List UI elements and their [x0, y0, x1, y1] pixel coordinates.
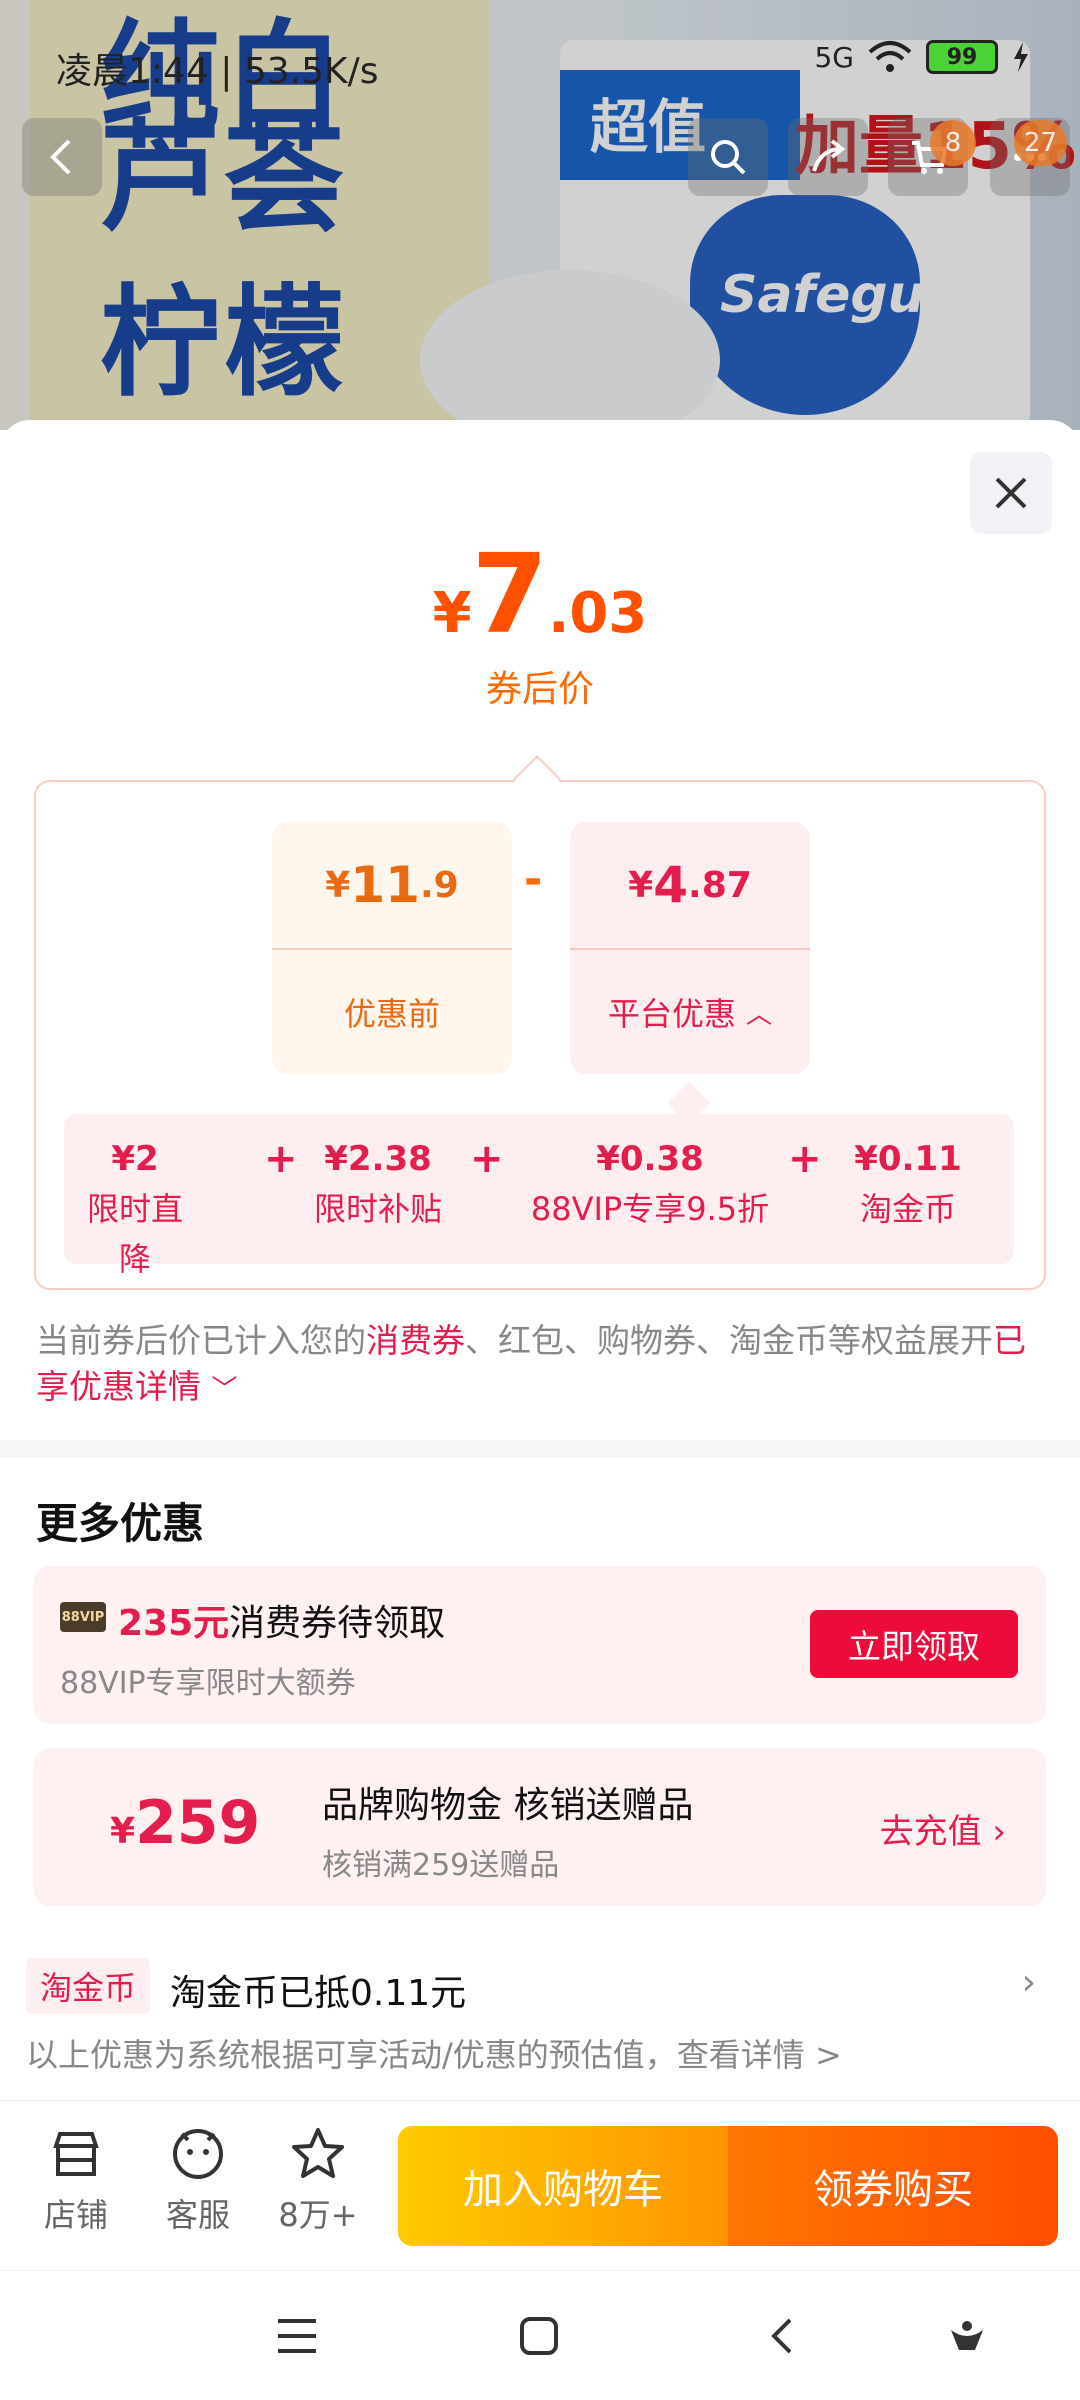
chevron-right-icon: › — [992, 1812, 1006, 1852]
back-nav-button[interactable] — [748, 2306, 818, 2366]
close-button[interactable] — [970, 452, 1052, 534]
assistant-icon — [951, 2321, 983, 2350]
plus-sign: + — [470, 1136, 504, 1182]
section-divider — [0, 1440, 1080, 1458]
menu-button[interactable] — [262, 2306, 332, 2366]
coin-deduction-row[interactable]: 淘金币 淘金币已抵0.11元 › — [26, 1958, 1056, 2018]
chevron-down-icon[interactable]: ﹀ — [212, 1375, 238, 1405]
breakdown-item: ¥2.38 限时补贴 — [313, 1139, 442, 1228]
favorite-button[interactable]: 8万+ — [268, 2126, 368, 2236]
chat-icon — [173, 2129, 223, 2179]
coupon-title: 消费券待领取 — [229, 1603, 446, 1644]
credit-amount: ¥259 — [110, 1788, 261, 1858]
customer-service-button[interactable]: 客服 — [148, 2126, 248, 2236]
share-icon — [812, 139, 846, 172]
final-price: ¥7.03 — [432, 530, 648, 658]
status-time: 凌晨1:44 | 53.5K/s — [56, 51, 379, 92]
battery-icon: 99 — [926, 40, 998, 74]
platform-discount-card[interactable]: ¥4.87 平台优惠 ︿ — [570, 822, 810, 1074]
chevron-right-icon: › — [1021, 1962, 1036, 2003]
original-price-label: 优惠前 — [343, 995, 440, 1033]
assistant-button[interactable] — [932, 2306, 1002, 2366]
claim-coupon-button[interactable]: 立即领取 — [810, 1610, 1018, 1678]
back-button[interactable] — [22, 118, 102, 196]
search-icon — [711, 140, 746, 175]
shop-button[interactable]: 店铺 — [26, 2126, 126, 2236]
minus-sign: - — [524, 854, 543, 905]
network-icon: 5G — [814, 40, 854, 74]
coin-deduction-text: 淘金币已抵0.11元 — [170, 1973, 467, 2014]
coupon-promo-card: 88VIP 235元消费券待领取 88VIP专享限时大额券 立即领取 — [34, 1566, 1046, 1724]
cart-badge: 8 — [930, 120, 976, 166]
price-note: 当前券后价已计入您的消费券、红包、购物券、淘金币等权益展开已享优惠详情 ﹀ — [36, 1321, 1026, 1406]
share-button[interactable] — [788, 118, 868, 196]
menu-icon — [278, 2319, 316, 2353]
credit-subtitle: 核销满259送赠品 — [322, 1848, 560, 1883]
vip-badge: 88VIP — [60, 1602, 106, 1632]
close-icon — [995, 477, 1027, 509]
credit-title: 品牌购物金 核销送赠品 — [322, 1785, 694, 1826]
estimate-disclaimer[interactable]: 以上优惠为系统根据可享活动/优惠的预估值，查看详情 > — [26, 2030, 842, 2076]
original-price-card: ¥11.9 优惠前 — [272, 822, 512, 1074]
breakdown-item: ¥0.11 淘金币 — [854, 1139, 962, 1228]
home-button[interactable] — [504, 2306, 574, 2366]
shopping-credit-card[interactable]: ¥259 品牌购物金 核销送赠品 核销满259送赠品 去充值 › — [34, 1748, 1046, 1906]
discount-breakdown: ¥2 限时直降 + ¥2.38 限时补贴 + ¥0.38 88VIP专享9.5折 + … — [64, 1114, 1014, 1278]
home-icon — [520, 2317, 558, 2355]
chevron-left-icon — [50, 139, 71, 175]
more-badge: 27 — [1014, 120, 1068, 166]
status-icons: 5G 99 — [814, 40, 1030, 74]
coupon-buy-button[interactable]: 领券购买 — [728, 2126, 1058, 2246]
plus-sign: + — [788, 1136, 822, 1182]
status-bar: 凌晨1:44 | 53.5K/s 5G 99 — [0, 0, 1080, 120]
platform-discount-label: 平台优惠 — [607, 995, 736, 1033]
wifi-icon — [868, 41, 912, 72]
coin-tag: 淘金币 — [26, 1958, 151, 2014]
more-offers-title: 更多优惠 — [36, 1499, 205, 1548]
final-price-label: 券后价 — [485, 669, 594, 710]
star-icon — [292, 2128, 344, 2178]
back-icon — [771, 2318, 792, 2354]
coupon-subtitle: 88VIP专享限时大额券 — [60, 1666, 356, 1701]
charging-icon — [1014, 42, 1028, 72]
shop-icon — [53, 2132, 99, 2176]
search-button[interactable] — [688, 118, 768, 196]
coupon-amount: 235元 — [118, 1603, 230, 1644]
breakdown-item: ¥2 限时直降 — [86, 1139, 183, 1278]
chevron-up-icon: ︿ — [746, 999, 773, 1030]
plus-sign: + — [264, 1136, 298, 1182]
breakdown-item: ¥0.38 88VIP专享9.5折 — [530, 1139, 770, 1228]
recharge-link[interactable]: 去充值 › — [880, 1804, 1006, 1853]
add-to-cart-button[interactable]: 加入购物车 — [398, 2126, 728, 2246]
